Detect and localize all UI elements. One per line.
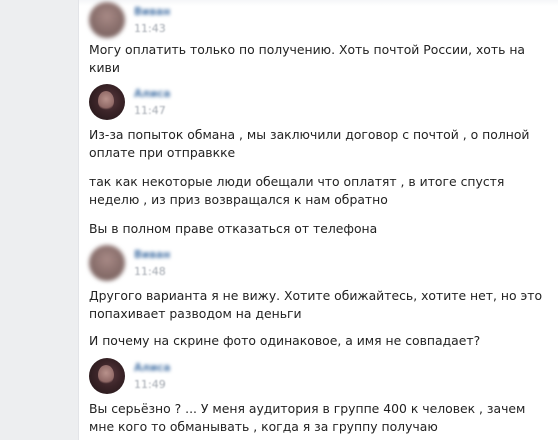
message-time[interactable]: 11:43 — [134, 22, 166, 35]
message-text: Другого варианта я не вижу. Хотите обижа… — [89, 288, 543, 321]
chat-history: Виван 11:43 Могу оплатить только по полу… — [78, 0, 558, 440]
message-time[interactable]: 11:47 — [134, 104, 166, 117]
message-text: И почему на скрине фото одинаковое, а им… — [89, 333, 481, 348]
message-time[interactable]: 11:49 — [134, 378, 166, 391]
message-time[interactable]: 11:48 — [134, 265, 166, 278]
message-text: Вы серьёзно ? ... У меня аудитория в гру… — [89, 401, 526, 434]
author-name[interactable]: Алиса — [134, 362, 170, 374]
message-text: Вы в полном праве отказаться от телефона — [89, 221, 378, 236]
message-text: так как некоторые люди обещали что оплат… — [89, 174, 505, 207]
avatar[interactable] — [89, 245, 125, 281]
author-name[interactable]: Алиса — [134, 88, 170, 100]
avatar[interactable] — [89, 358, 125, 394]
message-text: Могу оплатить только по получению. Хоть … — [89, 42, 526, 75]
message-text: Из-за попыток обмана , мы заключили дого… — [89, 127, 530, 160]
author-name[interactable]: Виван — [134, 6, 170, 18]
avatar[interactable] — [89, 84, 125, 120]
avatar[interactable] — [89, 2, 125, 38]
author-name[interactable]: Виван — [134, 249, 170, 261]
